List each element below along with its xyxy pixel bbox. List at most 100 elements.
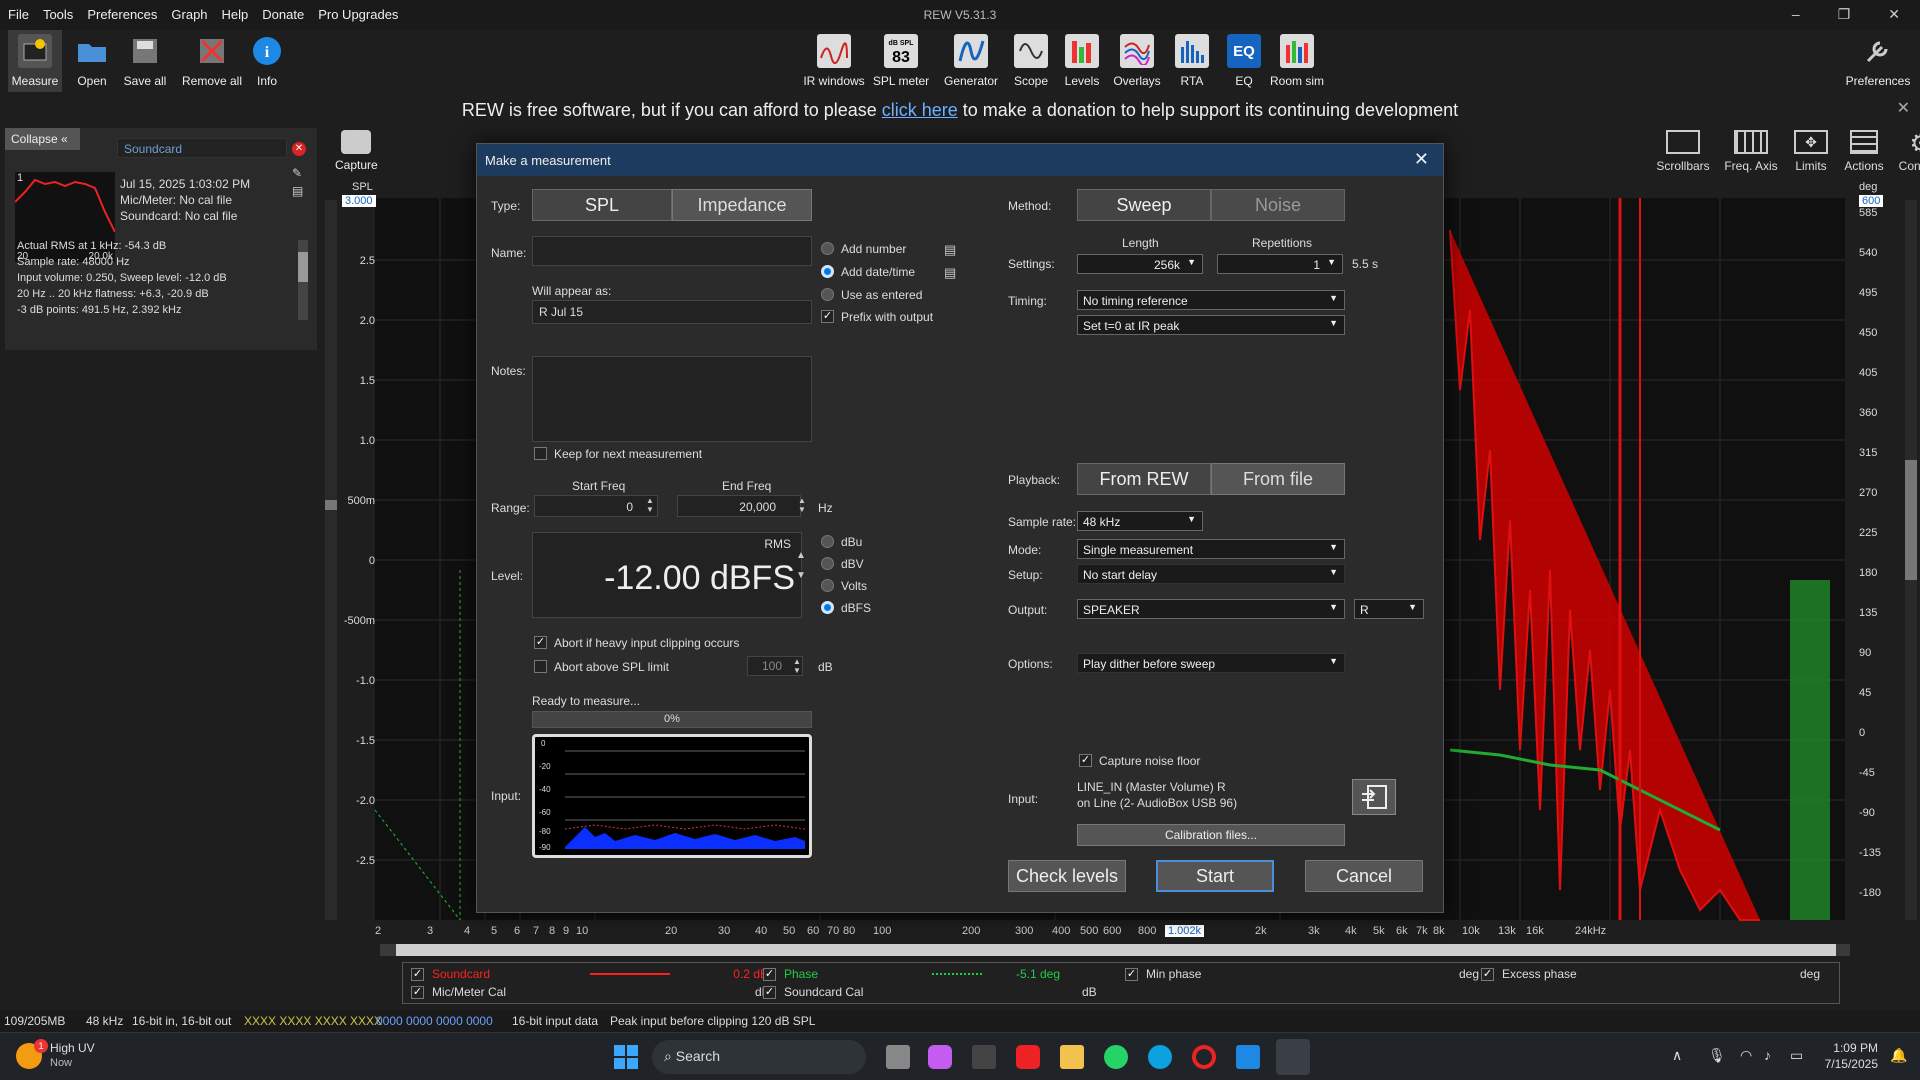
- menu-graph[interactable]: Graph: [171, 7, 207, 22]
- capture-noise-floor-checkbox[interactable]: ✓: [1079, 754, 1092, 767]
- edit-icon[interactable]: ✎: [292, 166, 302, 180]
- edge-icon[interactable]: [1148, 1045, 1172, 1069]
- playback-from-rew-toggle[interactable]: From REW: [1077, 463, 1211, 495]
- menu-preferences[interactable]: Preferences: [87, 7, 157, 22]
- options-select[interactable]: Play dither before sweep ▼: [1077, 653, 1345, 673]
- store-icon[interactable]: [972, 1045, 996, 1069]
- notes-icon[interactable]: ▤: [292, 184, 303, 198]
- keep-notes-checkbox[interactable]: [534, 447, 547, 460]
- taskbar-search[interactable]: ⌕ Search: [652, 1040, 866, 1074]
- legend-checkbox[interactable]: ✓: [763, 967, 776, 981]
- end-freq-spinner[interactable]: ▲ ▼: [795, 496, 809, 514]
- end-freq-input[interactable]: 20,000: [677, 495, 801, 517]
- measurement-name-field[interactable]: Soundcard: [117, 138, 287, 158]
- file-explorer-icon[interactable]: [1060, 1045, 1084, 1069]
- check-levels-button[interactable]: Check levels: [1008, 860, 1126, 892]
- timing-select[interactable]: No timing reference ▼: [1077, 290, 1345, 310]
- spl-meter-button[interactable]: dB SPL 83 SPL meter: [872, 30, 930, 88]
- controls-button[interactable]: ⚙Controls: [1897, 130, 1920, 173]
- output-channel-select[interactable]: R ▼: [1354, 599, 1424, 619]
- y-axis-top-value[interactable]: 3.000: [342, 195, 376, 207]
- input-settings-button[interactable]: [1352, 779, 1396, 815]
- collapse-button[interactable]: Collapse «: [5, 128, 80, 150]
- rew-taskbar-icon[interactable]: [1276, 1039, 1310, 1075]
- freq-axis-button[interactable]: Freq. Axis: [1723, 130, 1779, 173]
- close-window-button[interactable]: ✕: [1888, 6, 1900, 23]
- donate-link[interactable]: click here: [882, 100, 958, 120]
- playback-from-file-toggle[interactable]: From file: [1211, 463, 1345, 495]
- calibration-files-button[interactable]: Calibration files...: [1077, 824, 1345, 846]
- youtube-icon[interactable]: [1016, 1045, 1040, 1069]
- preferences-button[interactable]: Preferences: [1845, 30, 1911, 88]
- abort-clipping-checkbox[interactable]: ✓: [534, 636, 547, 649]
- minimize-button[interactable]: –: [1792, 6, 1800, 23]
- copilot-icon[interactable]: [928, 1045, 952, 1069]
- start-freq-spinner[interactable]: ▲ ▼: [643, 496, 657, 514]
- repetitions-select[interactable]: 1 ▼: [1217, 254, 1343, 274]
- room-sim-button[interactable]: Room sim: [1268, 30, 1326, 88]
- generator-button[interactable]: Generator: [942, 30, 1000, 88]
- unit-volts-radio[interactable]: [821, 579, 834, 592]
- open-button[interactable]: Open: [72, 30, 112, 88]
- unit-dbv-radio[interactable]: [821, 557, 834, 570]
- rta-button[interactable]: RTA: [1174, 30, 1210, 88]
- legend-checkbox[interactable]: ✓: [411, 985, 424, 999]
- method-noise-toggle[interactable]: Noise: [1211, 189, 1345, 221]
- menu-help[interactable]: Help: [222, 7, 249, 22]
- overlays-button[interactable]: Overlays: [1112, 30, 1162, 88]
- levels-button[interactable]: Levels: [1062, 30, 1102, 88]
- legend-checkbox[interactable]: ✓: [1125, 967, 1138, 981]
- close-banner-button[interactable]: ✕: [1897, 98, 1910, 118]
- menu-donate[interactable]: Donate: [262, 7, 304, 22]
- number-settings-icon[interactable]: ▤: [944, 242, 956, 258]
- info-button[interactable]: i Info: [250, 30, 284, 88]
- menu-pro-upgrades[interactable]: Pro Upgrades: [318, 7, 398, 22]
- windows-start-icon[interactable]: [614, 1045, 638, 1069]
- menu-tools[interactable]: Tools: [43, 7, 73, 22]
- setup-select[interactable]: No start delay ▼: [1077, 564, 1345, 584]
- use-as-entered-radio[interactable]: [821, 288, 834, 301]
- unit-dbfs-radio[interactable]: [821, 601, 834, 614]
- add-datetime-radio[interactable]: [821, 265, 834, 278]
- weather-title[interactable]: High UV: [50, 1041, 95, 1055]
- eq-button[interactable]: EQ EQ: [1226, 30, 1262, 88]
- start-freq-input[interactable]: 0: [534, 495, 658, 517]
- sample-rate-select[interactable]: 48 kHz ▼: [1077, 511, 1203, 531]
- abort-spl-checkbox[interactable]: [534, 660, 547, 673]
- capture-button[interactable]: Capture: [335, 130, 378, 172]
- legend-item-soundcard[interactable]: ✓ Soundcard 0.2 dB: [411, 967, 768, 981]
- t0-select[interactable]: Set t=0 at IR peak ▼: [1077, 315, 1345, 335]
- whatsapp-icon[interactable]: [1104, 1045, 1128, 1069]
- legend-item-soundcard-cal[interactable]: ✓ Soundcard Cal dB: [763, 985, 1097, 999]
- scrollbars-button[interactable]: Scrollbars: [1655, 130, 1711, 173]
- legend-checkbox[interactable]: ✓: [763, 985, 776, 999]
- save-all-button[interactable]: Save all: [122, 30, 168, 88]
- task-view-icon[interactable]: [886, 1045, 910, 1069]
- remove-all-button[interactable]: Remove all: [180, 30, 244, 88]
- wifi-icon[interactable]: ◠: [1740, 1047, 1752, 1064]
- notification-bell-icon[interactable]: 🔔: [1890, 1047, 1907, 1064]
- unit-dbu-radio[interactable]: [821, 535, 834, 548]
- legend-checkbox[interactable]: ✓: [1481, 967, 1494, 981]
- legend-item-phase[interactable]: ✓ Phase -5.1 deg: [763, 967, 1060, 981]
- actions-button[interactable]: Actions: [1843, 130, 1885, 173]
- length-select[interactable]: 256k ▼: [1077, 254, 1203, 274]
- phase-axis-top-value[interactable]: 600: [1859, 195, 1884, 207]
- prefix-output-checkbox[interactable]: ✓: [821, 310, 834, 323]
- microphone-icon[interactable]: 🎙: [1708, 1047, 1726, 1064]
- remove-measurement-icon[interactable]: ✕: [292, 142, 306, 156]
- menu-file[interactable]: File: [8, 7, 29, 22]
- x-tick[interactable]: 1.002k: [1165, 925, 1205, 937]
- ir-windows-button[interactable]: IR windows: [802, 30, 866, 88]
- volume-icon[interactable]: ♪: [1764, 1047, 1771, 1063]
- opera-icon[interactable]: [1192, 1045, 1216, 1069]
- details-scrollbar[interactable]: [298, 240, 308, 320]
- right-scrollbar[interactable]: [1905, 200, 1917, 920]
- limits-button[interactable]: ✥ Limits: [1791, 130, 1831, 173]
- dialog-close-button[interactable]: ✕: [1414, 149, 1429, 170]
- start-button[interactable]: Start: [1156, 860, 1274, 892]
- cancel-button[interactable]: Cancel: [1305, 860, 1423, 892]
- method-sweep-toggle[interactable]: Sweep: [1077, 189, 1211, 221]
- legend-item-excess-phase[interactable]: ✓ Excess phase deg: [1481, 967, 1820, 981]
- name-input[interactable]: [532, 236, 812, 266]
